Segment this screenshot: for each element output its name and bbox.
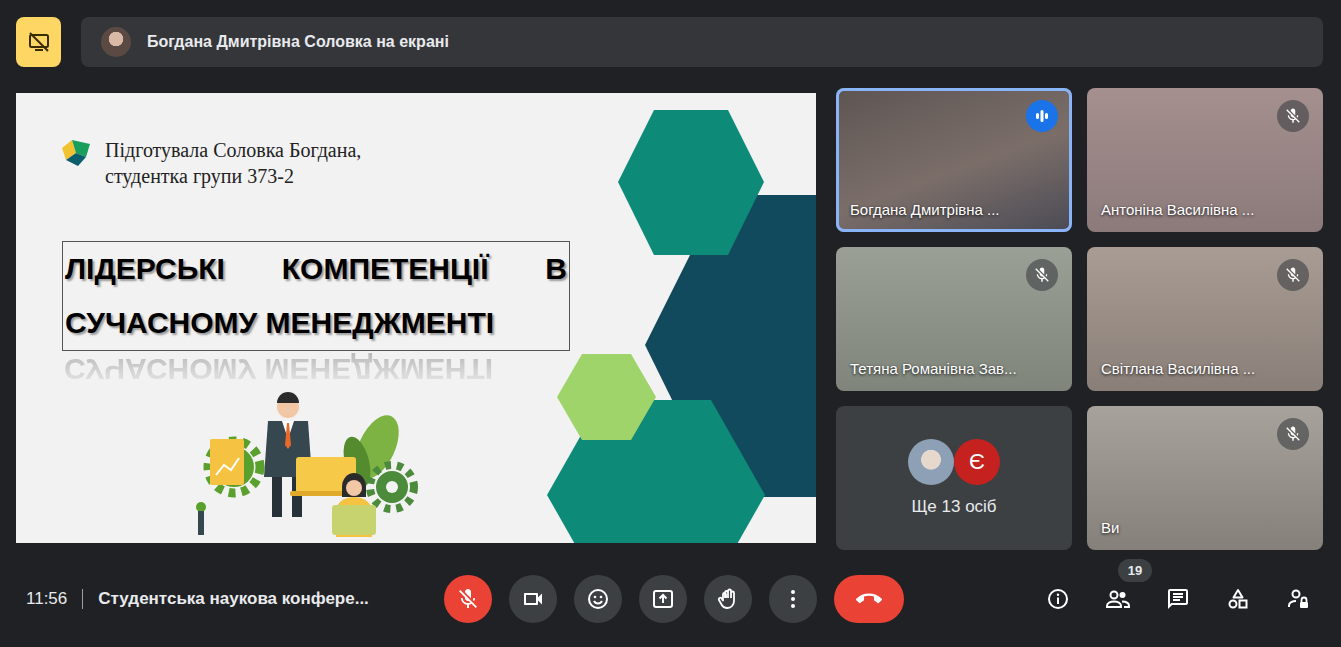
mic-off-icon [456, 587, 480, 611]
author-line: Підготувала Соловка Богдана, [105, 137, 361, 163]
microphone-button[interactable] [444, 575, 492, 623]
author-block: Підготувала Соловка Богдана, студентка г… [62, 137, 361, 189]
participant-grid: Богдана Дмитрівна ... Антоніна Василівна… [836, 88, 1323, 550]
presentation-button[interactable] [16, 17, 61, 67]
mic-off-icon [1277, 259, 1309, 291]
meet-window: Богдана Дмитрівна Соловка на екрані Підг… [0, 0, 1341, 647]
participant-name: Богдана Дмитрівна ... [850, 201, 1000, 218]
title-reflection: СУЧАСНОМУ МЕНЕДЖМЕНТІ [62, 353, 493, 385]
slide-title: ЛІДЕРСЬКІ КОМПЕТЕНЦІЇ ВСУЧАСНОМУ МЕНЕДЖМ… [62, 241, 570, 351]
participant-avatar [908, 439, 954, 485]
meeting-info-button[interactable] [1034, 575, 1082, 623]
title-line: СУЧАСНОМУ МЕНЕДЖМЕНТІ [65, 296, 567, 350]
logo-icon [62, 140, 90, 166]
participant-tile[interactable]: Світлана Василівна ... [1087, 247, 1323, 391]
title-line: ЛІДЕРСЬКІ КОМПЕТЕНЦІЇ В [65, 242, 567, 296]
author-line: студентка групи 373-2 [105, 163, 361, 189]
participant-name: Світлана Василівна ... [1101, 360, 1255, 377]
speaking-icon [1026, 100, 1058, 132]
emoji-icon [586, 587, 610, 611]
screen-off-icon [27, 30, 51, 54]
participant-name: Тетяна Романівна Зав... [850, 360, 1017, 377]
presenter-text: Богдана Дмитрівна Соловка на екрані [147, 33, 449, 51]
mic-off-icon [1026, 259, 1058, 291]
presenter-avatar [101, 27, 131, 57]
hang-up-icon [856, 586, 882, 612]
info-icon [1046, 587, 1070, 611]
participant-count: 19 [1118, 559, 1152, 582]
mic-off-icon [1277, 100, 1309, 132]
participant-tile[interactable]: Ви [1087, 406, 1323, 550]
meeting-title: Студентська наукова конфере... [98, 589, 369, 609]
hand-icon [716, 587, 740, 611]
meeting-details: 11:56 Студентська наукова конфере... [26, 589, 444, 609]
participant-name: Ви [1101, 519, 1119, 536]
present-button[interactable] [639, 575, 687, 623]
top-bar: Богдана Дмитрівна Соловка на екрані [0, 0, 1341, 67]
chat-icon [1166, 587, 1190, 611]
clock: 11:56 [26, 589, 67, 609]
present-icon [651, 587, 675, 611]
presenter-bar: Богдана Дмитрівна Соловка на екрані [81, 17, 1323, 67]
participant-tile[interactable]: Богдана Дмитрівна ... [836, 88, 1072, 232]
camera-button[interactable] [509, 575, 557, 623]
participant-avatar: Є [954, 439, 1000, 485]
raise-hand-button[interactable] [704, 575, 752, 623]
more-icon [781, 587, 805, 611]
host-controls-button[interactable] [1274, 575, 1322, 623]
activities-icon [1226, 587, 1250, 611]
chat-button[interactable] [1154, 575, 1202, 623]
control-bar: 11:56 Студентська наукова конфере... 19 [0, 550, 1341, 647]
mic-off-icon [1277, 418, 1309, 450]
camera-icon [521, 587, 545, 611]
reactions-button[interactable] [574, 575, 622, 623]
separator [82, 589, 83, 609]
activities-button[interactable] [1214, 575, 1262, 623]
main-area: Підготувала Соловка Богдана, студентка г… [0, 67, 1341, 550]
side-controls: 19 [904, 575, 1322, 623]
participant-name: Антоніна Василівна ... [1101, 201, 1254, 218]
participant-tile[interactable]: Тетяна Романівна Зав... [836, 247, 1072, 391]
participant-tile[interactable]: Антоніна Василівна ... [1087, 88, 1323, 232]
host-lock-icon [1286, 587, 1310, 611]
more-participants-tile[interactable]: Є Ще 13 осіб [836, 406, 1072, 550]
more-participants-label: Ще 13 осіб [911, 497, 996, 517]
more-options-button[interactable] [769, 575, 817, 623]
participants-button[interactable]: 19 [1094, 575, 1142, 623]
shared-slide: Підготувала Соловка Богдана, студентка г… [16, 93, 816, 543]
business-illustration [192, 387, 422, 537]
call-controls [444, 575, 904, 623]
people-icon [1105, 587, 1131, 611]
leave-call-button[interactable] [834, 575, 904, 623]
